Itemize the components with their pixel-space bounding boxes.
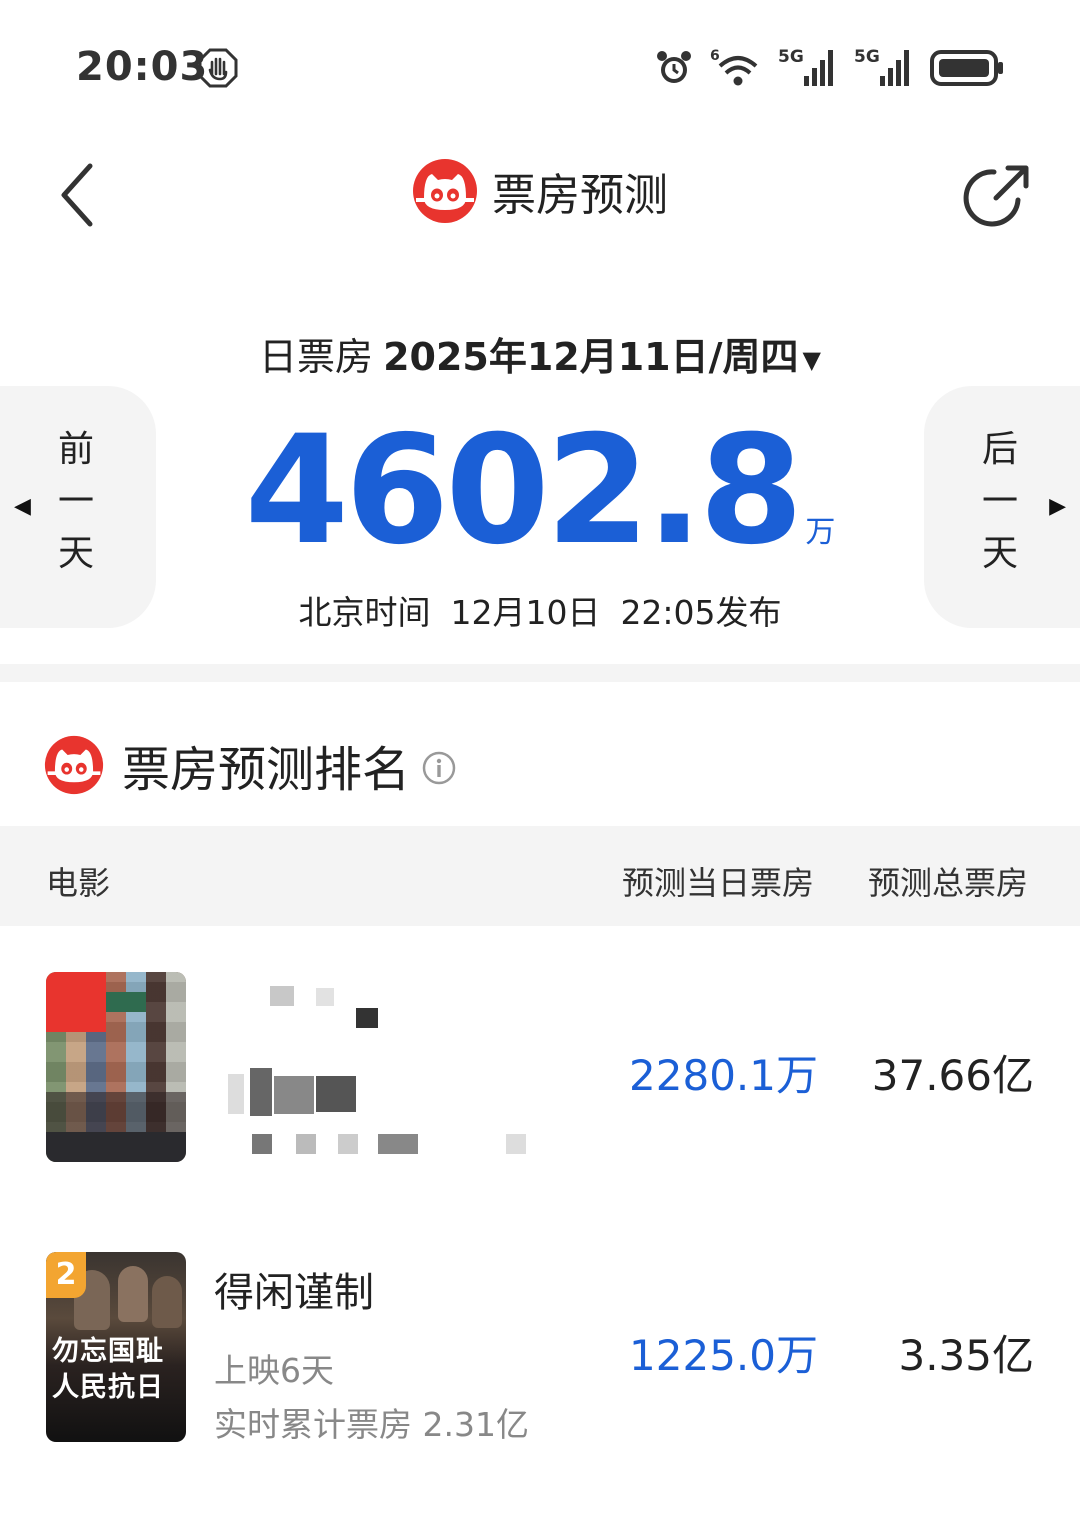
alarm-icon bbox=[657, 51, 691, 83]
share-icon bbox=[963, 169, 1021, 227]
cell-signal-1-icon: 5G bbox=[778, 47, 833, 86]
blurred-text bbox=[228, 1074, 244, 1114]
ranking-header: 票房预测排名 bbox=[44, 730, 456, 800]
battery-icon bbox=[930, 50, 1003, 86]
signal1-label: 5G bbox=[778, 47, 804, 67]
header-title: 票房预测 bbox=[0, 158, 1080, 224]
forecast-day-box-office: 1225.0万 bbox=[629, 1331, 818, 1380]
publish-prefix: 北京时间 bbox=[298, 593, 431, 632]
col-movie: 电影 bbox=[46, 864, 111, 902]
ranking-title: 票房预测排名 bbox=[122, 742, 411, 798]
info-icon[interactable] bbox=[422, 751, 456, 785]
publish-date: 12月10日 bbox=[450, 593, 601, 632]
maoyan-cat-logo-icon bbox=[413, 159, 477, 223]
blurred-text bbox=[270, 986, 294, 1006]
col-total-forecast: 预测总票房 bbox=[868, 864, 1029, 902]
wifi-badge: 6 bbox=[710, 48, 720, 64]
blurred-text bbox=[274, 1076, 314, 1114]
daily-box-office: 4602.8 万 bbox=[0, 404, 1080, 578]
signal2-label: 5G bbox=[854, 47, 880, 67]
blurred-text bbox=[378, 1134, 418, 1154]
movie-poster: 2 勿忘国耻 人民抗日 bbox=[46, 1252, 186, 1442]
blurred-text bbox=[316, 1076, 356, 1112]
maoyan-cat-logo-icon bbox=[44, 735, 104, 795]
blurred-text bbox=[252, 1134, 272, 1154]
blurred-text bbox=[338, 1134, 358, 1154]
publish-info: 北京时间 12月10日 22:05发布 bbox=[0, 586, 1080, 634]
blurred-text bbox=[506, 1134, 526, 1154]
cell-signal-2-icon: 5G bbox=[854, 47, 909, 86]
realtime-box-office: 实时累计票房 2.31亿 bbox=[214, 1405, 529, 1444]
box-office-unit: 万 bbox=[805, 515, 836, 550]
hand-privacy-icon bbox=[198, 48, 238, 88]
forecast-total-box-office: 3.35亿 bbox=[898, 1331, 1034, 1380]
blurred-text bbox=[250, 1068, 272, 1116]
caret-down-icon: ▼ bbox=[802, 345, 821, 374]
page-title: 票房预测 bbox=[492, 170, 668, 221]
movie-poster bbox=[46, 972, 186, 1162]
share-button[interactable] bbox=[962, 160, 1034, 232]
date-label: 日票房 bbox=[259, 335, 374, 379]
table-row[interactable]: 2 勿忘国耻 人民抗日 得闲谨制 上映6天 实时累计票房 2.31亿 1225.… bbox=[0, 1230, 1080, 1510]
forecast-day-box-office: 2280.1万 bbox=[629, 1051, 818, 1100]
poster-caption: 勿忘国耻 人民抗日 bbox=[52, 1334, 164, 1406]
table-row[interactable]: 2280.1万 37.66亿 bbox=[0, 950, 1080, 1230]
date-selector[interactable]: 日票房 2025年12月11日/周四 ▼ bbox=[0, 326, 1080, 381]
blurred-text bbox=[356, 1008, 378, 1028]
movie-title: 得闲谨制 bbox=[214, 1270, 374, 1316]
date-value: 2025年12月11日/周四 bbox=[383, 335, 799, 379]
box-office-amount: 4602.8 bbox=[244, 404, 804, 578]
poster-caption-line-1: 勿忘国耻 bbox=[52, 1336, 164, 1367]
rank-badge: 2 bbox=[46, 1252, 86, 1298]
col-day-forecast: 预测当日票房 bbox=[622, 864, 815, 902]
blurred-text bbox=[296, 1134, 316, 1154]
section-divider bbox=[0, 664, 1080, 682]
publish-time: 22:05发布 bbox=[620, 593, 782, 632]
status-icons: 6 5G 5G bbox=[654, 44, 1006, 92]
wifi-icon: 6 bbox=[710, 48, 758, 86]
poster-caption-line-2: 人民抗日 bbox=[52, 1372, 164, 1403]
blurred-text bbox=[316, 988, 334, 1006]
forecast-total-box-office: 37.66亿 bbox=[871, 1051, 1034, 1100]
status-time: 20:03 bbox=[76, 44, 209, 90]
release-days: 上映6天 bbox=[214, 1351, 334, 1390]
table-header: 电影 预测当日票房 预测总票房 bbox=[0, 826, 1080, 926]
